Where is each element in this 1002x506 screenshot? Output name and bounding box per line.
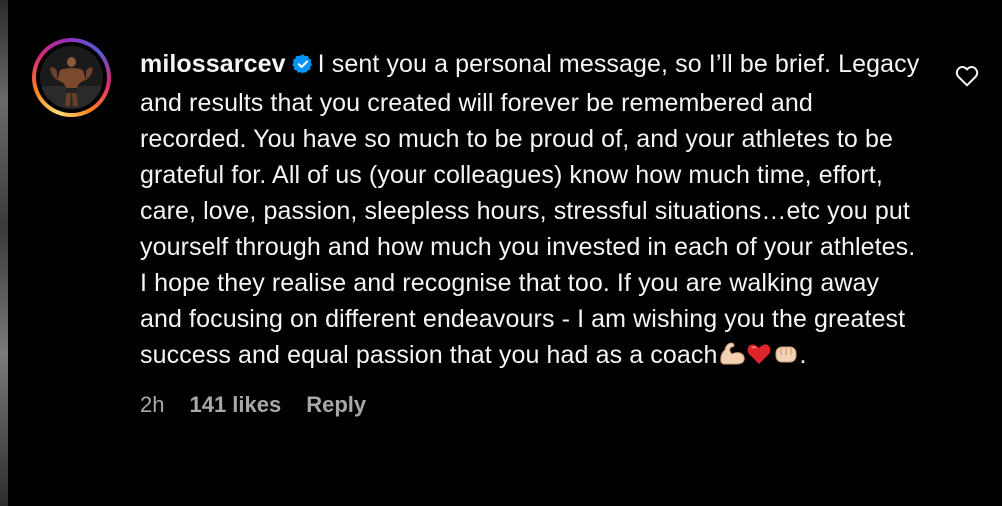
background-photo-edge [0,0,8,506]
flexed-biceps-emoji [718,340,746,376]
reply-button[interactable]: Reply [306,392,366,418]
username-link[interactable]: milossarcev [140,50,286,78]
red-heart-emoji [746,340,772,376]
heart-outline-icon[interactable] [955,65,979,92]
avatar[interactable] [40,46,103,109]
comment-meta: 2h 141 likes Reply [140,392,920,418]
comment-text-block: milossarcev I sent you a personal message… [140,46,920,376]
verified-badge-icon [291,49,314,85]
oncoming-fist-emoji [772,340,800,376]
comment-text: I sent you a personal message, so I’ll b… [140,50,920,369]
timestamp[interactable]: 2h [140,392,164,418]
avatar-story-ring[interactable] [32,38,111,117]
comment-body: milossarcev I sent you a personal message… [140,46,920,418]
bodybuilder-avatar-image [40,46,103,109]
comment-text-end: . [799,341,807,369]
likes-count[interactable]: 141 likes [189,392,281,418]
